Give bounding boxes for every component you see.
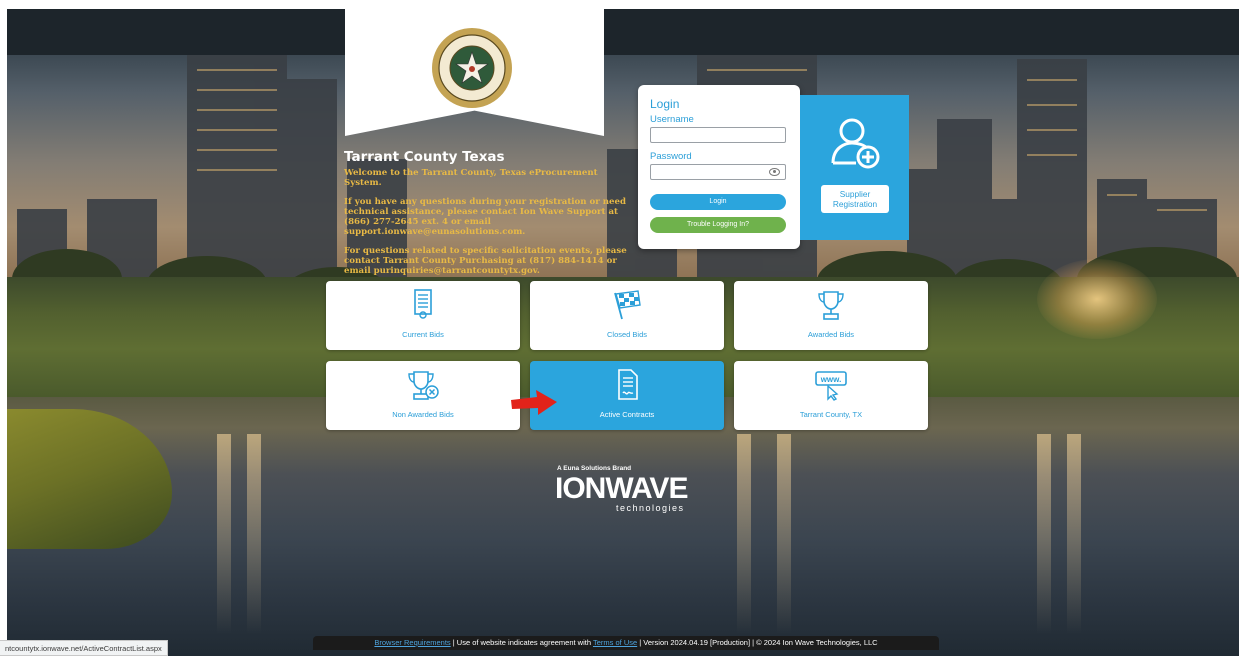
checkered-flag-icon bbox=[614, 290, 641, 320]
awarded-bids-tile[interactable]: Awarded Bids bbox=[734, 281, 928, 350]
closed-bids-label: Closed Bids bbox=[606, 330, 648, 339]
supplier-registration-button[interactable]: Supplier Registration bbox=[821, 185, 889, 213]
trophy-x-icon bbox=[408, 371, 439, 400]
certificate-document-icon bbox=[414, 289, 432, 319]
username-label: Username bbox=[650, 114, 694, 125]
non-awarded-bids-label: Non Awarded Bids bbox=[392, 410, 454, 419]
ionwave-logo: IONWAVE bbox=[555, 472, 688, 505]
www-cursor-icon: www. bbox=[815, 371, 847, 401]
footer-text-2: | Version 2024.04.19 [Production] | © 20… bbox=[637, 638, 878, 647]
status-url-bar: ntcountytx.ionwave.net/ActiveContractLis… bbox=[0, 640, 168, 656]
welcome-text: Welcome to the Tarrant County, Texas ePr… bbox=[344, 168, 598, 188]
svg-text:www.: www. bbox=[820, 375, 842, 384]
purchasing-text: For questions related to specific solici… bbox=[344, 246, 627, 276]
footer-bar: Browser Requirements | Use of website in… bbox=[313, 636, 939, 650]
trouble-logging-in-button[interactable]: Trouble Logging In? bbox=[650, 217, 786, 233]
signed-document-icon bbox=[618, 369, 638, 400]
brand-tagline: A Euna Solutions Brand bbox=[557, 465, 632, 472]
water-reflection bbox=[247, 434, 261, 634]
add-user-icon bbox=[831, 118, 880, 169]
footer-text-1: | Use of website indicates agreement wit… bbox=[450, 638, 593, 647]
active-contracts-tile[interactable]: Active Contracts bbox=[530, 361, 724, 430]
terms-of-use-link[interactable]: Terms of Use bbox=[593, 638, 637, 647]
page-frame: Tarrant County Texas Welcome to the Tarr… bbox=[7, 9, 1239, 656]
non-awarded-bids-tile[interactable]: Non Awarded Bids bbox=[326, 361, 520, 430]
login-heading: Login bbox=[650, 97, 680, 111]
current-bids-tile[interactable]: Current Bids bbox=[326, 281, 520, 350]
trophy-icon bbox=[818, 291, 844, 320]
red-arrow-annotation bbox=[511, 390, 557, 415]
support-text: If you have any questions during your re… bbox=[344, 197, 626, 237]
username-field[interactable] bbox=[650, 127, 786, 143]
water-reflection bbox=[217, 434, 231, 634]
tarrant-county-website-tile[interactable]: www. Tarrant County, TX bbox=[734, 361, 928, 430]
active-contracts-label: Active Contracts bbox=[599, 410, 655, 419]
water-reflection bbox=[1037, 434, 1051, 634]
password-field[interactable] bbox=[650, 164, 786, 180]
sunset-glow bbox=[1037, 259, 1157, 339]
supplier-registration-label-line1: Supplier bbox=[839, 189, 871, 199]
water-reflection bbox=[777, 434, 791, 634]
top-bar bbox=[7, 9, 1239, 55]
org-title: Tarrant County Texas bbox=[344, 149, 505, 165]
background-river bbox=[7, 397, 1239, 656]
current-bids-label: Current Bids bbox=[402, 330, 444, 339]
login-card: Login Username Password Login Trouble Lo… bbox=[638, 85, 800, 249]
water-reflection bbox=[737, 434, 751, 634]
closed-bids-tile[interactable]: Closed Bids bbox=[530, 281, 724, 350]
login-button[interactable]: Login bbox=[650, 194, 786, 210]
awarded-bids-label: Awarded Bids bbox=[807, 330, 855, 339]
welcome-panel: Tarrant County Texas Welcome to the Tarr… bbox=[344, 149, 634, 285]
ionwave-logo-subtitle: technologies bbox=[616, 503, 685, 513]
county-seal-logo bbox=[432, 28, 512, 108]
supplier-registration-label-line2: Registration bbox=[832, 199, 878, 209]
password-label: Password bbox=[650, 151, 692, 162]
water-reflection bbox=[1067, 434, 1081, 634]
browser-requirements-link[interactable]: Browser Requirements bbox=[374, 638, 450, 647]
show-password-eye-icon[interactable] bbox=[769, 168, 780, 176]
supplier-registration-panel: Supplier Registration bbox=[800, 95, 909, 240]
tarrant-county-website-label: Tarrant County, TX bbox=[799, 410, 863, 419]
